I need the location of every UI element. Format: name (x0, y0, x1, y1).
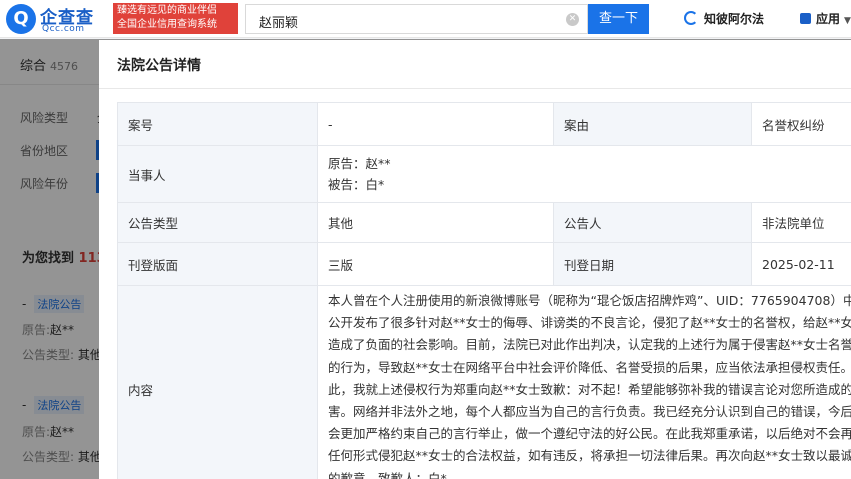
case-cause-label: 案由 (553, 102, 752, 146)
apps-grid-icon (800, 13, 811, 24)
ai-logo-icon (684, 11, 698, 25)
party-label: 当事人 (117, 145, 318, 203)
apps-menu[interactable]: 应用 ▼ (800, 10, 851, 28)
announcement-type-label: 公告类型 (117, 202, 318, 243)
modal-divider (99, 88, 851, 89)
publication-page-value: 三版 (317, 242, 554, 286)
court-announcement-modal: 法院公告详情 案号 - 案由 名誉权纠纷 当事人 原告：赵** 被告：白* 公告… (99, 40, 851, 479)
announcement-detail-table: 案号 - 案由 名誉权纠纷 当事人 原告：赵** 被告：白* 公告类型 其他 公… (117, 102, 851, 479)
publication-page-label: 刊登版面 (117, 242, 318, 286)
content-label: 内容 (117, 285, 318, 479)
top-navigation-bar: Q 企查查 Qcc.com 臻选有远见的商业伴侣 全国企业信用查询系统 赵丽颖 … (0, 0, 851, 38)
plaintiff-value: 原告：赵** (328, 156, 391, 171)
table-row: 案号 - 案由 名誉权纠纷 (117, 102, 851, 146)
party-value: 原告：赵** 被告：白* (317, 145, 851, 203)
modal-title: 法院公告详情 (117, 58, 201, 74)
ai-assistant-link[interactable]: 知彼阿尔法 (684, 10, 764, 28)
table-row: 内容 本人曾在个人注册使用的新浪微博账号（昵称为“琨仑饭店招牌炸鸡”、UID：7… (117, 285, 851, 479)
site-logo[interactable]: Q 企查查 Qcc.com (6, 3, 110, 35)
announcer-label: 公告人 (553, 202, 752, 243)
search-button[interactable]: 查一下 (588, 4, 649, 34)
clear-search-icon[interactable]: ✕ (566, 13, 579, 26)
table-row: 刊登版面 三版 刊登日期 2025-02-11 (117, 242, 851, 286)
logo-domain-text: Qcc.com (42, 24, 85, 34)
case-cause-value: 名誉权纠纷 (751, 102, 851, 146)
table-row: 当事人 原告：赵** 被告：白* (117, 145, 851, 203)
slogan-line-1: 臻选有远见的商业伴侣 (117, 5, 217, 16)
slogan-line-2: 全国企业信用查询系统 (117, 19, 217, 30)
ai-assistant-label: 知彼阿尔法 (704, 12, 765, 26)
search-input-value: 赵丽颖 (259, 16, 299, 31)
chevron-down-icon: ▼ (844, 16, 851, 26)
publication-date-value: 2025-02-11 (751, 242, 851, 286)
apps-menu-label: 应用 (816, 12, 841, 26)
announcement-type-value: 其他 (317, 202, 554, 243)
publication-date-label: 刊登日期 (553, 242, 752, 286)
search-input[interactable]: 赵丽颖 ✕ (245, 4, 588, 34)
case-number-label: 案号 (117, 102, 318, 146)
slogan-banner: 臻选有远见的商业伴侣 全国企业信用查询系统 (113, 3, 238, 34)
case-number-value: - (317, 102, 554, 146)
announcer-value: 非法院单位 (751, 202, 851, 243)
content-value: 本人曾在个人注册使用的新浪微博账号（昵称为“琨仑饭店招牌炸鸡”、UID：7765… (317, 285, 851, 479)
defendant-value: 被告：白* (328, 177, 385, 192)
table-row: 公告类型 其他 公告人 非法院单位 (117, 202, 851, 243)
logo-mark-icon: Q (6, 4, 36, 34)
